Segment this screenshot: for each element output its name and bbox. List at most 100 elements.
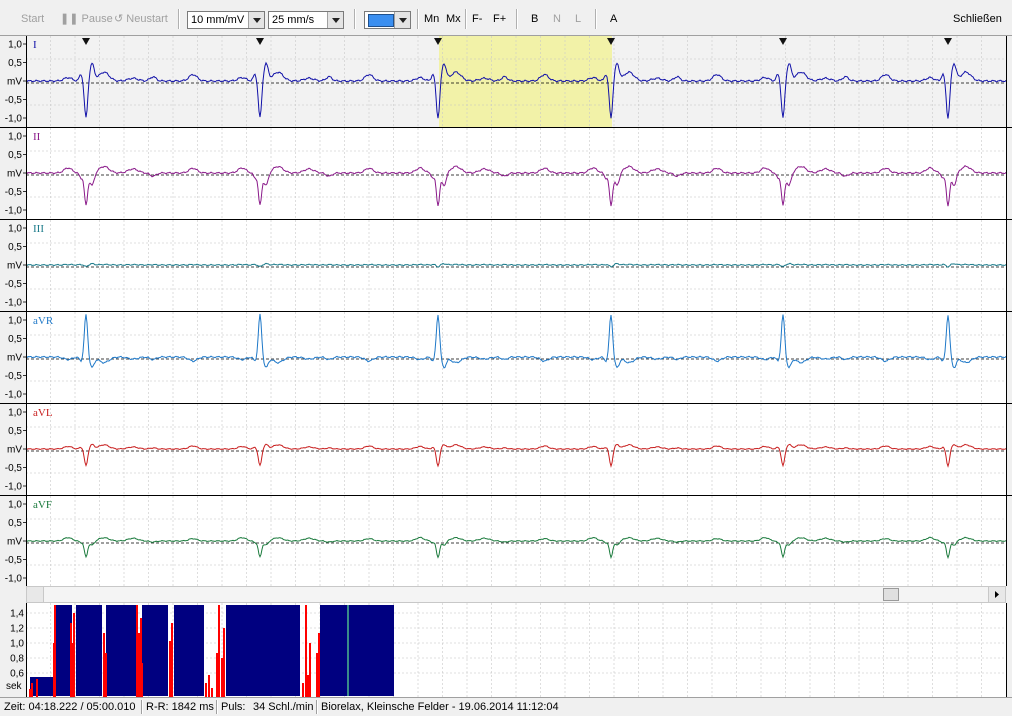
restart-button[interactable]: ↺ Neustart (114, 10, 168, 28)
rr-bar-highlight (105, 653, 107, 697)
axis-tick-label: -1,0 (5, 298, 23, 309)
axis-tick-label: 1,0 (8, 40, 22, 51)
scroll-left-button[interactable] (27, 587, 44, 602)
axis-tick-label: 0,5 (8, 58, 22, 69)
speed-select[interactable]: 25 mm/s (268, 11, 344, 29)
start-button[interactable]: Start (21, 10, 44, 28)
axis-tick-label: -1,0 (5, 574, 23, 585)
axis-tick-label: mV (7, 537, 22, 548)
axis-tick-label: -0,5 (5, 371, 23, 382)
rr-bar-highlight (73, 613, 75, 697)
axis-tick-label: -1,0 (5, 114, 23, 125)
rr-bar-highlight (318, 633, 320, 697)
axis-tick-label: mV (7, 77, 22, 88)
rr-bar (320, 605, 347, 696)
rr-tick-label: 0,6 (10, 669, 24, 680)
rr-bar-highlight (208, 675, 210, 697)
axis-tick-label: 0,5 (8, 150, 22, 161)
restart-label: Neustart (126, 13, 168, 25)
lead-panel-avf: 1,0 0,5 mV -0,5 -1,0 aVF (0, 496, 1012, 586)
b-button[interactable]: B (531, 10, 538, 28)
lead-label: I (33, 39, 37, 51)
axis-tick-label: -1,0 (5, 482, 23, 493)
axis-tick-label: 1,0 (8, 316, 22, 327)
chevron-down-icon (248, 12, 264, 28)
lead-label: III (33, 223, 44, 235)
pause-icon: ❚❚ (60, 13, 79, 25)
rr-bar (54, 605, 72, 696)
rr-bar-highlight (216, 653, 218, 697)
axis-tick-label: 1,0 (8, 132, 22, 143)
close-button[interactable]: Schließen (953, 10, 1002, 28)
rr-bar (349, 605, 394, 696)
amplitude-select[interactable]: 10 mm/mV (187, 11, 265, 29)
lead-panel-i: 1,0 0,5 mV -0,5 -1,0 I (0, 36, 1012, 128)
lead-label: II (33, 131, 41, 143)
rr-bar-highlight (136, 605, 138, 697)
scroll-thumb[interactable] (883, 588, 899, 601)
toolbar-separator (516, 9, 518, 29)
rr-bar (30, 677, 54, 696)
toolbar: Start ❚❚ Pause ↺ Neustart 10 mm/mV 25 mm… (0, 0, 1012, 36)
axis-tick-label: -0,5 (5, 463, 23, 474)
color-select[interactable] (364, 11, 411, 29)
axis-tick-label: -1,0 (5, 390, 23, 401)
min-button[interactable]: Mn (424, 10, 439, 28)
rr-bar-highlight (71, 643, 73, 697)
status-separator (216, 700, 218, 714)
rr-bar-highlight (103, 633, 105, 697)
rr-bar-highlight (205, 683, 207, 697)
rr-bar-highlight (211, 688, 213, 697)
toolbar-separator (354, 9, 356, 29)
axis-tick-label: 0,5 (8, 334, 22, 345)
horizontal-scrollbar[interactable] (26, 586, 1006, 603)
l-button[interactable]: L (575, 10, 581, 28)
rr-interval-chart: 1,4 1,2 1,0 0,8 0,6sek (0, 603, 1012, 697)
rr-bar (174, 605, 204, 696)
lead-panel-avr: 1,0 0,5 mV -0,5 -1,0 aVR (0, 312, 1012, 404)
toolbar-separator (417, 9, 419, 29)
rr-bar-highlight (171, 623, 173, 697)
rr-bar-highlight (309, 643, 311, 697)
lead-panel-ii: 1,0 0,5 mV -0,5 -1,0 II (0, 128, 1012, 220)
toolbar-separator (595, 9, 597, 29)
axis-tick-label: mV (7, 169, 22, 180)
arrow-right-icon (995, 591, 999, 598)
a-button[interactable]: A (610, 10, 617, 28)
rr-bar (106, 605, 136, 696)
lead-label: aVL (33, 407, 53, 419)
speed-value: 25 mm/s (272, 14, 315, 26)
axis-tick-label: -0,5 (5, 555, 23, 566)
selection-highlight[interactable] (439, 36, 612, 128)
status-bar: Zeit: 04:18.222 / 05:00.010 R-R: 1842 ms… (0, 697, 1012, 716)
rr-tick-label: 1,0 (10, 639, 24, 650)
rr-tick-label: 0,8 (10, 654, 24, 665)
max-button[interactable]: Mx (446, 10, 461, 28)
rr-unit-label: sek (6, 681, 23, 692)
rr-bar-highlight (307, 675, 309, 697)
status-separator (141, 700, 143, 714)
time-status: Zeit: 04:18.222 / 05:00.010 (4, 701, 136, 713)
rr-status: R-R: 1842 ms (146, 701, 214, 713)
font-larger-button[interactable]: F+ (493, 10, 506, 28)
rr-tick-label: 1,2 (10, 624, 24, 635)
toolbar-separator (178, 9, 180, 29)
axis-tick-label: 0,5 (8, 518, 22, 529)
n-button[interactable]: N (553, 10, 561, 28)
rr-position-marker[interactable] (347, 605, 349, 696)
axis-tick-label: mV (7, 261, 22, 272)
recording-info: Biorelax, Kleinsche Felder - 19.06.2014 … (321, 701, 559, 713)
axis-tick-label: -0,5 (5, 187, 23, 198)
rr-bar-highlight (54, 605, 56, 697)
axis-tick-label: mV (7, 353, 22, 364)
lead-label: aVF (33, 499, 52, 511)
axis-tick-label: -0,5 (5, 279, 23, 290)
lead-panel-avl: 1,0 0,5 mV -0,5 -1,0 aVL (0, 404, 1012, 496)
pause-button[interactable]: ❚❚ Pause (60, 10, 113, 28)
restart-icon: ↺ (114, 13, 124, 25)
font-smaller-button[interactable]: F- (472, 10, 482, 28)
ecg-panel: 1,0 0,5 mV -0,5 -1,0 I 1,0 0,5 mV -0,5 -1,0 II 1,0 0,… (0, 36, 1012, 586)
scroll-right-button[interactable] (988, 587, 1005, 602)
pulse-label: Puls: (221, 701, 246, 713)
toolbar-separator (465, 9, 467, 29)
